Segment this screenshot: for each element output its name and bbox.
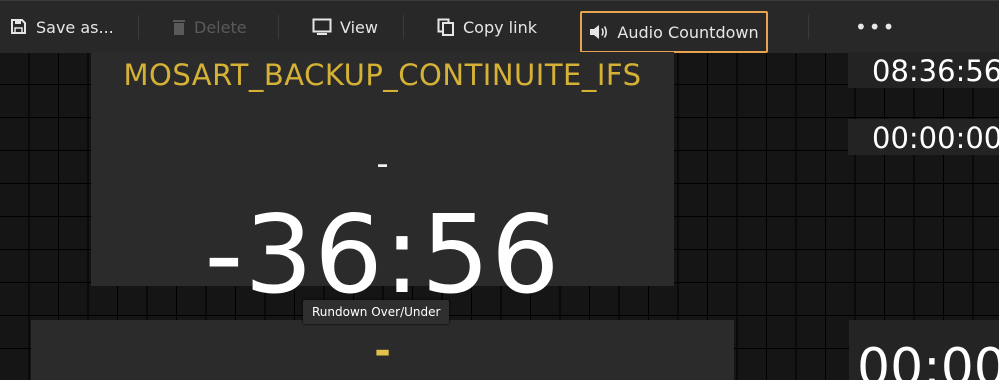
copy-icon [437,18,455,36]
countdown-panel: MOSART_BACKUP_CONTINUITE_IFS - -36:56 [91,52,674,310]
rundown-panel: - [31,320,734,380]
bottom-time-value: 00:00 [857,338,999,380]
copy-link-button[interactable]: Copy link [437,1,537,53]
save-as-label: Save as... [36,17,114,37]
toolbar-divider [808,15,809,39]
save-as-button[interactable]: Save as... [10,1,114,53]
elapsed-readout: 00:00:00 [848,119,999,155]
view-button[interactable]: View [312,1,378,53]
audio-countdown-label: Audio Countdown [617,22,759,42]
save-as-icon [10,18,28,36]
trash-icon [172,18,186,36]
countdown-subvalue: - [376,144,389,184]
more-options-button[interactable]: ••• [855,15,896,39]
delete-button[interactable]: Delete [172,1,247,53]
audio-countdown-button[interactable]: Audio Countdown [580,11,768,53]
bottom-time-panel: 00:00 [849,320,999,380]
toolbar-divider [278,15,279,39]
countdown-main-value: -36:56 [204,193,561,318]
elapsed-value: 00:00:00 [872,121,999,155]
rundown-value: - [374,328,391,374]
clock-value: 08:36:56 [872,54,999,88]
toolbar-divider [138,15,139,39]
speaker-icon [589,24,609,40]
delete-label: Delete [194,17,247,37]
monitor-icon [312,18,332,36]
toolbar-divider [403,15,404,39]
copy-link-label: Copy link [463,17,537,37]
tooltip: Rundown Over/Under [303,300,450,324]
toolbar: Save as... Delete View Copy link Audio C… [0,0,999,53]
clock-readout: 08:36:56 [848,52,999,88]
view-label: View [340,17,378,37]
countdown-title: MOSART_BACKUP_CONTINUITE_IFS [123,58,642,92]
